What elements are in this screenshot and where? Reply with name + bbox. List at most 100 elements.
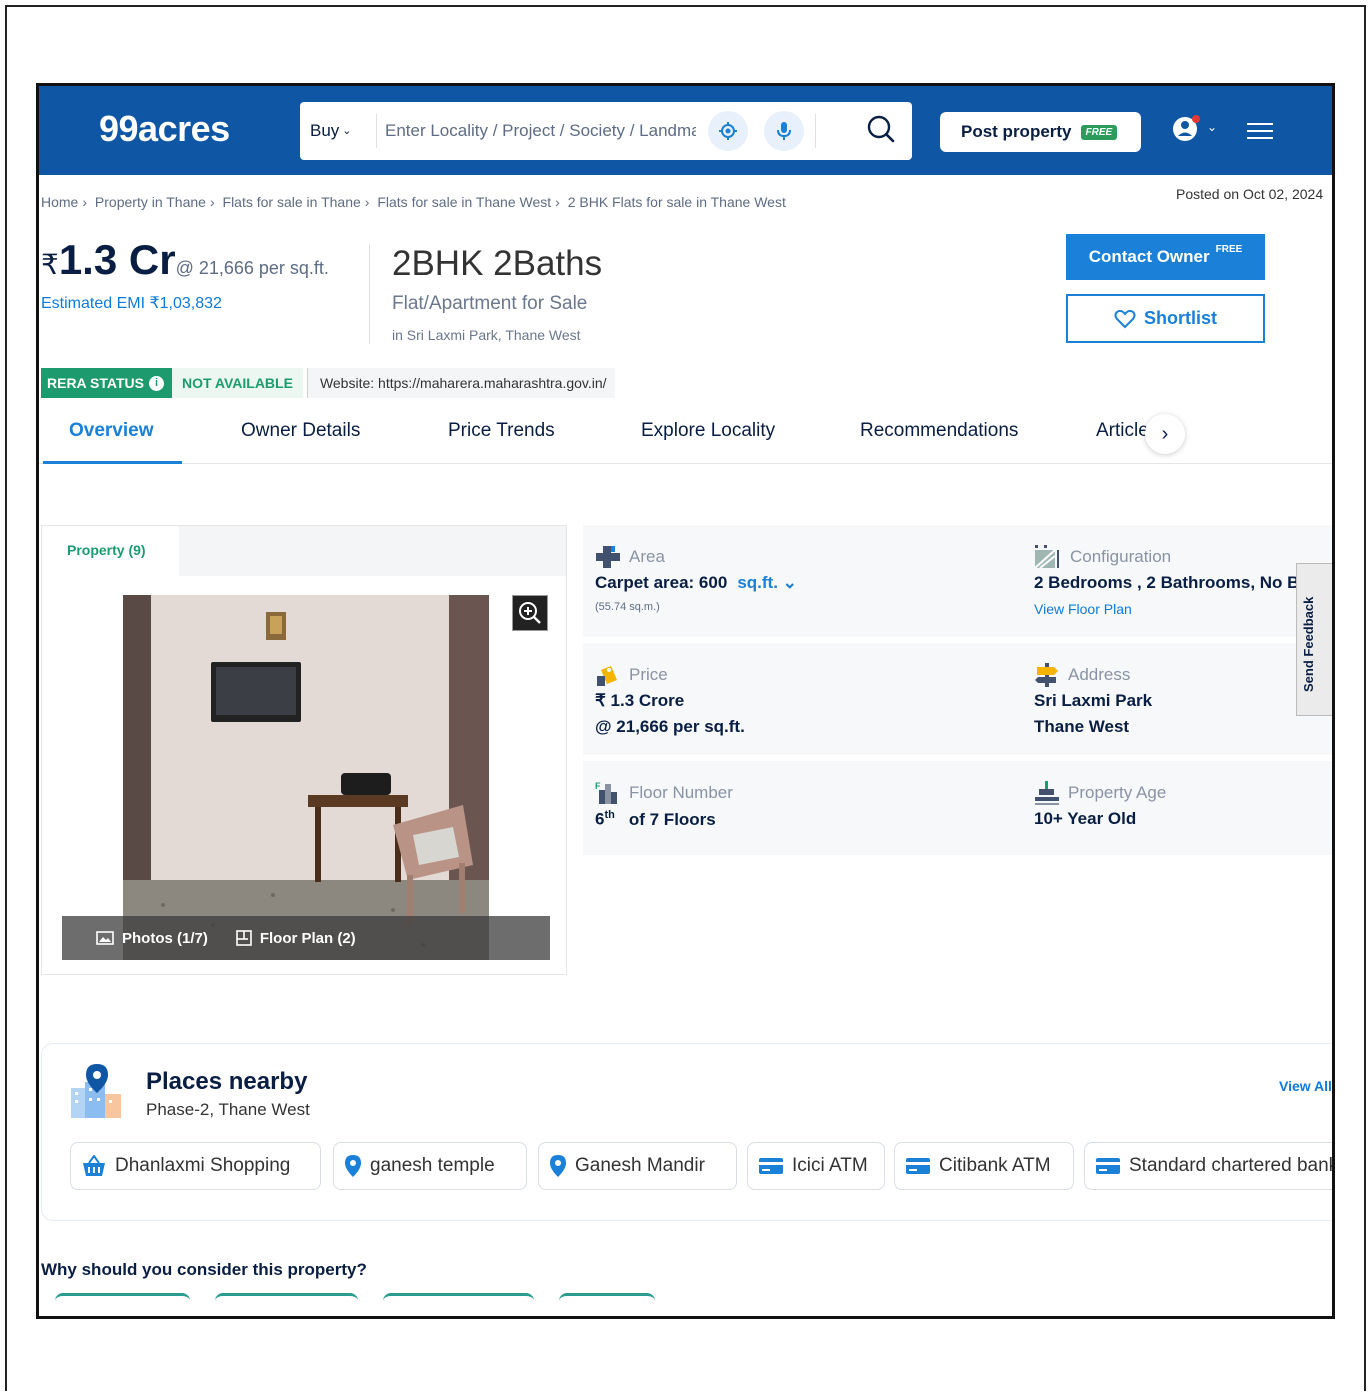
top-navbar: 99acres Buy⌄ Post property FREE ⌄ bbox=[39, 86, 1332, 175]
shopping-basket-icon bbox=[83, 1155, 105, 1176]
property-gallery: Property (9) Photos (1/7) Floor Plan (2) bbox=[41, 525, 567, 975]
area-icon bbox=[596, 546, 620, 568]
microphone-icon bbox=[777, 122, 791, 140]
breadcrumb: Home › Property in Thane › Flats for sale … bbox=[41, 194, 786, 210]
breadcrumb-item[interactable]: Flats for sale in Thane West bbox=[377, 194, 551, 210]
highlight-pill[interactable] bbox=[383, 1293, 534, 1301]
search-input[interactable] bbox=[376, 114, 696, 148]
locate-me-button[interactable] bbox=[708, 111, 748, 151]
tab-owner-details[interactable]: Owner Details bbox=[241, 420, 360, 442]
rera-status-value: NOT AVAILABLE bbox=[171, 368, 303, 398]
property-age-icon bbox=[1035, 781, 1059, 805]
info-icon[interactable]: i bbox=[148, 375, 164, 391]
place-chip-label: Dhanlaxmi Shopping bbox=[115, 1155, 291, 1176]
place-chip-label: Ganesh Mandir bbox=[575, 1155, 705, 1176]
breadcrumb-item[interactable]: Property in Thane bbox=[95, 194, 206, 210]
site-logo[interactable]: 99acres bbox=[99, 108, 230, 150]
signpost-icon bbox=[1035, 663, 1058, 687]
rera-website[interactable]: Website: https://maharera.maharashtra.go… bbox=[306, 368, 615, 398]
place-chip[interactable]: Citibank ATM bbox=[894, 1142, 1074, 1190]
user-account-button[interactable] bbox=[1172, 114, 1202, 149]
price-detail-per-sqft: @ 21,666 per sq.ft. bbox=[595, 717, 745, 736]
total-floors: of 7 Floors bbox=[628, 809, 716, 829]
tab-overview[interactable]: Overview bbox=[69, 420, 154, 442]
unit-dropdown[interactable]: sq.ft. ⌄ bbox=[737, 573, 797, 592]
places-nearby-locality: Phase-2, Thane West bbox=[146, 1100, 310, 1119]
atm-card-icon bbox=[759, 1158, 783, 1174]
floor-ordinal: th bbox=[604, 809, 615, 821]
configuration-label: Configuration bbox=[1070, 547, 1172, 566]
post-property-label: Post property bbox=[961, 122, 1072, 141]
floor-plan-button[interactable]: Floor Plan (2) bbox=[236, 930, 356, 947]
rera-status-bar: RERA STATUS i NOT AVAILABLE Website: http… bbox=[41, 368, 615, 398]
contact-owner-button[interactable]: Contact Owner FREE bbox=[1066, 234, 1265, 280]
screenshot-frame: 99acres Buy⌄ Post property FREE ⌄ bbox=[36, 83, 1335, 1319]
tab-property-photos[interactable]: Property (9) bbox=[42, 526, 179, 576]
highlight-pill[interactable] bbox=[55, 1293, 190, 1301]
breadcrumb-item[interactable]: Home bbox=[41, 194, 78, 210]
voice-search-button[interactable] bbox=[764, 111, 804, 151]
page-content: 99acres Buy⌄ Post property FREE ⌄ bbox=[39, 86, 1332, 1316]
tab-explore-locality[interactable]: Explore Locality bbox=[641, 420, 775, 442]
section-tabs: Overview Owner Details Price Trends Expl… bbox=[39, 408, 1332, 464]
photos-count-button[interactable]: Photos (1/7) bbox=[96, 930, 208, 947]
details-row: Area Carpet area: 600 sq.ft. ⌄ (55.74 sq.… bbox=[583, 525, 1332, 637]
view-floor-plan-link[interactable]: View Floor Plan bbox=[1034, 601, 1332, 617]
property-age-label: Property Age bbox=[1068, 783, 1167, 802]
area-sqm: (55.74 sq.m.) bbox=[595, 601, 660, 613]
divider bbox=[369, 244, 370, 344]
place-chip[interactable]: Icici ATM bbox=[747, 1142, 885, 1190]
send-feedback-label: Send Feedback bbox=[1301, 596, 1316, 692]
area-detail: Area Carpet area: 600 sq.ft. ⌄ (55.74 sq.… bbox=[595, 545, 797, 613]
property-photo[interactable] bbox=[123, 595, 489, 960]
tabs-next-button[interactable]: › bbox=[1145, 414, 1185, 454]
listing-title: 2BHK 2Baths bbox=[392, 244, 603, 283]
details-row: Price ₹ 1.3 Crore @ 21,666 per sq.ft. Ad… bbox=[583, 643, 1332, 755]
floor-number-icon: F bbox=[595, 781, 617, 804]
contact-owner-label: Contact Owner bbox=[1088, 247, 1210, 266]
search-button[interactable] bbox=[866, 114, 896, 149]
search-icon bbox=[867, 115, 895, 143]
listing-location: in Sri Laxmi Park, Thane West bbox=[392, 327, 581, 343]
estimated-emi-link[interactable]: Estimated EMI ₹1,03,832 bbox=[41, 293, 222, 313]
heart-icon bbox=[1114, 309, 1136, 328]
svg-text:F: F bbox=[595, 781, 601, 791]
highlight-pill[interactable] bbox=[215, 1293, 358, 1301]
post-property-button[interactable]: Post property FREE bbox=[940, 112, 1141, 152]
tab-recommendations[interactable]: Recommendations bbox=[860, 420, 1018, 442]
place-chip-label: ganesh temple bbox=[370, 1155, 495, 1176]
tab-price-trends[interactable]: Price Trends bbox=[448, 420, 555, 442]
place-chip[interactable]: Dhanlaxmi Shopping bbox=[70, 1142, 321, 1190]
atm-card-icon bbox=[906, 1158, 930, 1174]
why-consider-heading: Why should you consider this property? bbox=[41, 1260, 367, 1279]
places-nearby-card: Places nearby Phase-2, Thane West View A… bbox=[41, 1043, 1332, 1221]
send-feedback-button[interactable]: Send Feedback bbox=[1296, 563, 1332, 716]
chevron-down-icon: ⌄ bbox=[342, 125, 352, 137]
tab-articles[interactable]: Articles bbox=[1096, 420, 1146, 442]
place-chip-label: Icici ATM bbox=[792, 1155, 868, 1176]
highlight-pill[interactable] bbox=[559, 1293, 655, 1301]
breadcrumb-item[interactable]: Flats for sale in Thane bbox=[223, 194, 361, 210]
gallery-tabs: Property (9) bbox=[42, 526, 566, 576]
price-value: 1.3 Cr bbox=[58, 236, 176, 283]
address-locality: Thane West bbox=[1034, 717, 1130, 736]
configuration-detail: Configuration 2 Bedrooms , 2 Bathrooms, … bbox=[1034, 545, 1332, 617]
property-age-detail: Property Age 10+ Year Old bbox=[1034, 781, 1332, 829]
place-chip[interactable]: Standard chartered bank bbox=[1084, 1142, 1332, 1190]
photo-counter-bar: Photos (1/7) Floor Plan (2) bbox=[62, 916, 550, 960]
hamburger-menu-icon[interactable] bbox=[1247, 123, 1273, 141]
shortlist-button[interactable]: Shortlist bbox=[1066, 294, 1265, 343]
view-all-link[interactable]: View All bbox=[1279, 1078, 1332, 1094]
place-chip[interactable]: ganesh temple bbox=[333, 1142, 527, 1190]
chevron-down-icon[interactable]: ⌄ bbox=[1207, 120, 1217, 134]
search-divider bbox=[815, 114, 816, 148]
room-photo-image bbox=[123, 595, 489, 960]
rera-status-badge: RERA STATUS i bbox=[41, 368, 172, 398]
buy-dropdown[interactable]: Buy ⌄ bbox=[310, 121, 352, 141]
place-chip[interactable]: Ganesh Mandir bbox=[538, 1142, 737, 1190]
configuration-value: 2 Bedrooms , 2 Bathrooms, No Balcony bbox=[1034, 573, 1332, 592]
map-pin-icon bbox=[550, 1155, 566, 1177]
price-detail-value: ₹ 1.3 Crore bbox=[595, 691, 685, 710]
zoom-button[interactable] bbox=[512, 595, 548, 631]
search-box: Buy ⌄ bbox=[300, 102, 912, 160]
